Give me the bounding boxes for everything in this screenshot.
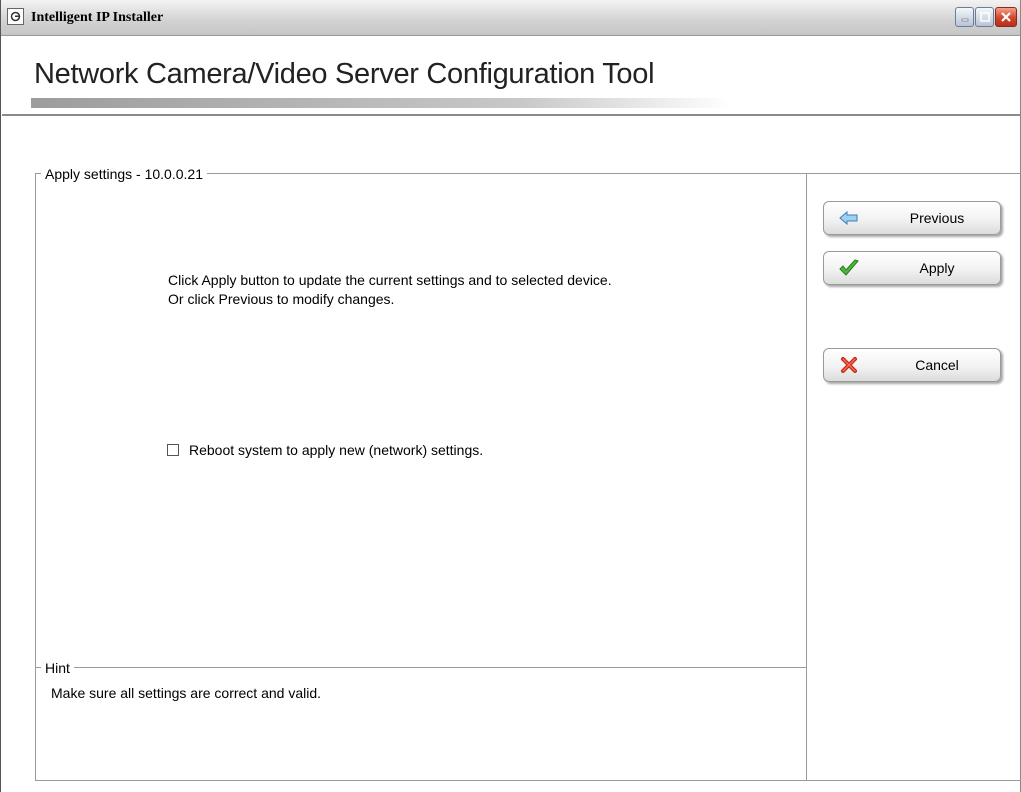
apply-button[interactable]: Apply bbox=[823, 251, 1001, 285]
reboot-checkbox[interactable] bbox=[167, 444, 179, 456]
page-title: Network Camera/Video Server Configuratio… bbox=[34, 58, 655, 90]
arrow-left-icon bbox=[838, 208, 860, 228]
maximize-button[interactable] bbox=[975, 7, 994, 27]
close-icon bbox=[1001, 12, 1011, 22]
hint-legend: Hint bbox=[41, 660, 74, 676]
header-banner: Network Camera/Video Server Configuratio… bbox=[2, 36, 1020, 114]
app-icon bbox=[7, 8, 24, 25]
header-underline bbox=[31, 98, 731, 108]
previous-button-label: Previous bbox=[909, 210, 965, 226]
apply-button-label: Apply bbox=[919, 260, 955, 276]
hint-divider bbox=[35, 667, 807, 668]
x-icon bbox=[838, 355, 860, 375]
minimize-icon bbox=[961, 18, 968, 22]
previous-button[interactable]: Previous bbox=[823, 201, 1001, 235]
cancel-button[interactable]: Cancel bbox=[823, 348, 1001, 382]
checkmark-icon bbox=[838, 258, 860, 278]
title-bar[interactable]: Intelligent IP Installer bbox=[1, 0, 1020, 36]
window-title: Intelligent IP Installer bbox=[31, 10, 164, 25]
close-button[interactable] bbox=[995, 7, 1017, 27]
hint-text: Make sure all settings are correct and v… bbox=[51, 685, 322, 701]
header-divider bbox=[2, 114, 1020, 116]
app-window: Intelligent IP Installer Network Camera/… bbox=[0, 0, 1021, 792]
reboot-option[interactable]: Reboot system to apply new (network) set… bbox=[167, 442, 483, 458]
minimize-button[interactable] bbox=[955, 7, 974, 27]
maximize-icon bbox=[979, 12, 990, 22]
apply-settings-legend: Apply settings - 10.0.0.21 bbox=[41, 166, 207, 182]
reboot-checkbox-label[interactable]: Reboot system to apply new (network) set… bbox=[189, 442, 483, 458]
instructions-text: Click Apply button to update the current… bbox=[168, 272, 612, 307]
cancel-button-label: Cancel bbox=[915, 357, 959, 373]
